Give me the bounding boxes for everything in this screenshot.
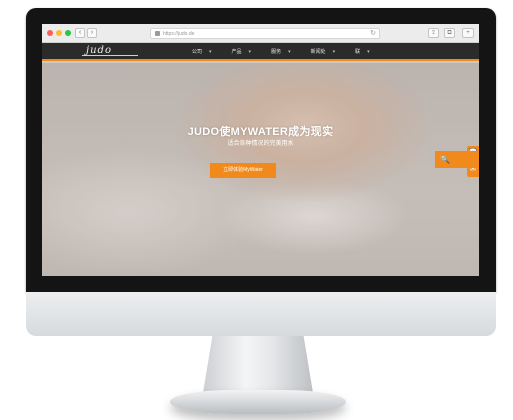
site-header: judo 公司 ▾ 产品 ▾ 服务 ▾ 新闻处 ▾ 联 ▾ (42, 43, 479, 61)
chevron-down-icon: ▾ (332, 49, 336, 55)
menu-item-label: 服务 (271, 49, 282, 55)
hero-title: JUDO使MYWATER成为现实 (187, 126, 334, 138)
forward-button[interactable]: › (87, 28, 97, 38)
logo-underline (82, 55, 138, 56)
menu-item-news[interactable]: 新闻处 ▾ (311, 48, 336, 55)
menu-item-products[interactable]: 产品 ▾ (232, 48, 252, 55)
tabs-button[interactable]: ⧉ (444, 28, 455, 38)
search-icon[interactable]: 🔍 (435, 151, 479, 168)
hero-banner: JUDO使MYWATER成为现实 适合各种情况的完美用水 立即体验MyWater… (42, 63, 479, 276)
chevron-down-icon: ▾ (288, 49, 291, 55)
close-window-button[interactable] (47, 30, 53, 36)
monitor-stand-neck (202, 336, 314, 394)
menu-item-label: 产品 (231, 49, 242, 55)
monitor-mockup: ‹ › https://judo.de ↻ ⇪ ⧉ + judo 公司 ▾ 产品 ▾… (0, 0, 513, 420)
lock-icon (155, 31, 160, 36)
share-button[interactable]: ⇪ (428, 28, 439, 38)
monitor-stand-base (170, 390, 346, 414)
browser-toolbar: ‹ › https://judo.de ↻ ⇪ ⧉ + (42, 24, 479, 43)
window-controls (47, 30, 71, 36)
monitor-screen: ‹ › https://judo.de ↻ ⇪ ⧉ + judo 公司 ▾ 产品 ▾… (42, 24, 479, 276)
hero-subtitle: 适合各种情况的完美用水 (227, 141, 294, 147)
chevron-down-icon: ▾ (209, 49, 212, 55)
minimize-window-button[interactable] (56, 30, 62, 36)
new-tab-button[interactable]: + (462, 28, 474, 38)
monitor-bezel-bottom (26, 276, 496, 292)
monitor-chin (26, 292, 496, 336)
refresh-icon[interactable]: ↻ (370, 29, 376, 38)
maximize-window-button[interactable] (65, 30, 71, 36)
chevron-down-icon: ▾ (367, 49, 370, 55)
menu-item-service[interactable]: 服务 ▾ (271, 48, 291, 55)
chevron-down-icon: ▾ (248, 49, 252, 55)
address-bar[interactable]: https://judo.de ↻ (150, 28, 380, 39)
cta-button[interactable]: 立即体验MyWater (210, 163, 276, 178)
menu-item-label: 新闻处 (310, 49, 326, 55)
menu-item-contact[interactable]: 联 ▾ (355, 48, 370, 55)
url-text: https://judo.de (163, 31, 195, 37)
main-menu: 公司 ▾ 产品 ▾ 服务 ▾ 新闻处 ▾ 联 ▾ (192, 48, 370, 55)
back-button[interactable]: ‹ (75, 28, 85, 38)
menu-item-label: 联 (355, 49, 361, 55)
menu-item-label: 公司 (192, 49, 203, 55)
menu-item-company[interactable]: 公司 ▾ (192, 48, 212, 55)
